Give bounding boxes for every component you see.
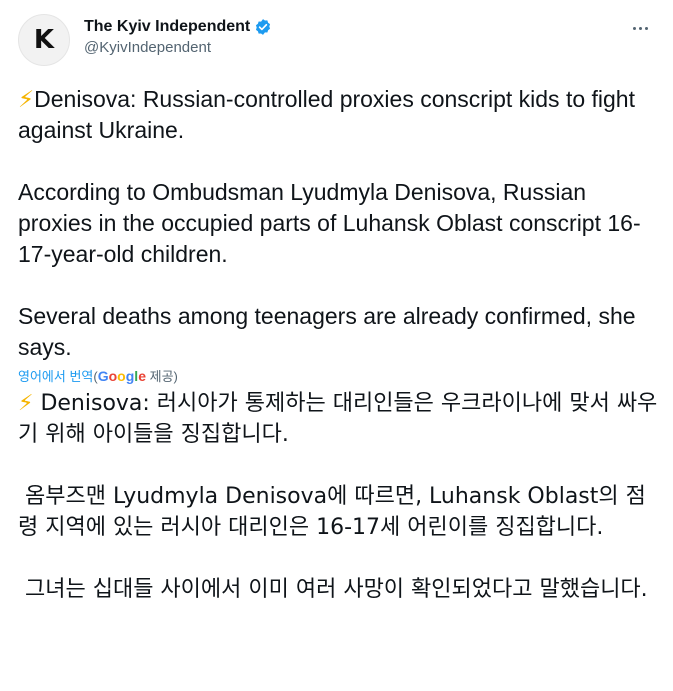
author-names: The Kyiv Independent @KyivIndependent — [84, 18, 272, 56]
lightning-icon: ⚡ — [18, 86, 35, 112]
display-name[interactable]: The Kyiv Independent — [84, 18, 250, 36]
tweet-text: ⚡Denisova: Russian-controlled proxies co… — [18, 84, 658, 363]
tweet-header: K The Kyiv Independent @KyivIndependent — [18, 14, 655, 66]
verified-badge-icon — [256, 19, 271, 35]
translated-text-content: Denisova: 러시아가 통제하는 대리인들은 우크라이나에 맞서 싸우기 … — [18, 391, 658, 602]
avatar-letter: K — [33, 25, 55, 55]
avatar[interactable]: K — [18, 14, 70, 66]
display-name-row: The Kyiv Independent — [84, 18, 272, 36]
translated-text: ⚡ Denisova: 러시아가 통제하는 대리인들은 우크라이나에 맞서 싸우… — [18, 388, 658, 605]
tweet-body: ⚡Denisova: Russian-controlled proxies co… — [18, 84, 658, 605]
translated-from-link[interactable]: 영어에서 번역 — [18, 369, 93, 384]
lightning-icon-translated: ⚡ — [18, 391, 34, 416]
google-logo: Google — [97, 368, 146, 384]
provided-by-label: 제공) — [149, 369, 178, 384]
more-horizontal-icon[interactable] — [625, 18, 655, 38]
translation-attribution: 영어에서 번역(Google 제공) — [18, 367, 658, 386]
tweet-text-content: Denisova: Russian-controlled proxies con… — [18, 86, 641, 360]
handle[interactable]: @KyivIndependent — [84, 39, 272, 56]
